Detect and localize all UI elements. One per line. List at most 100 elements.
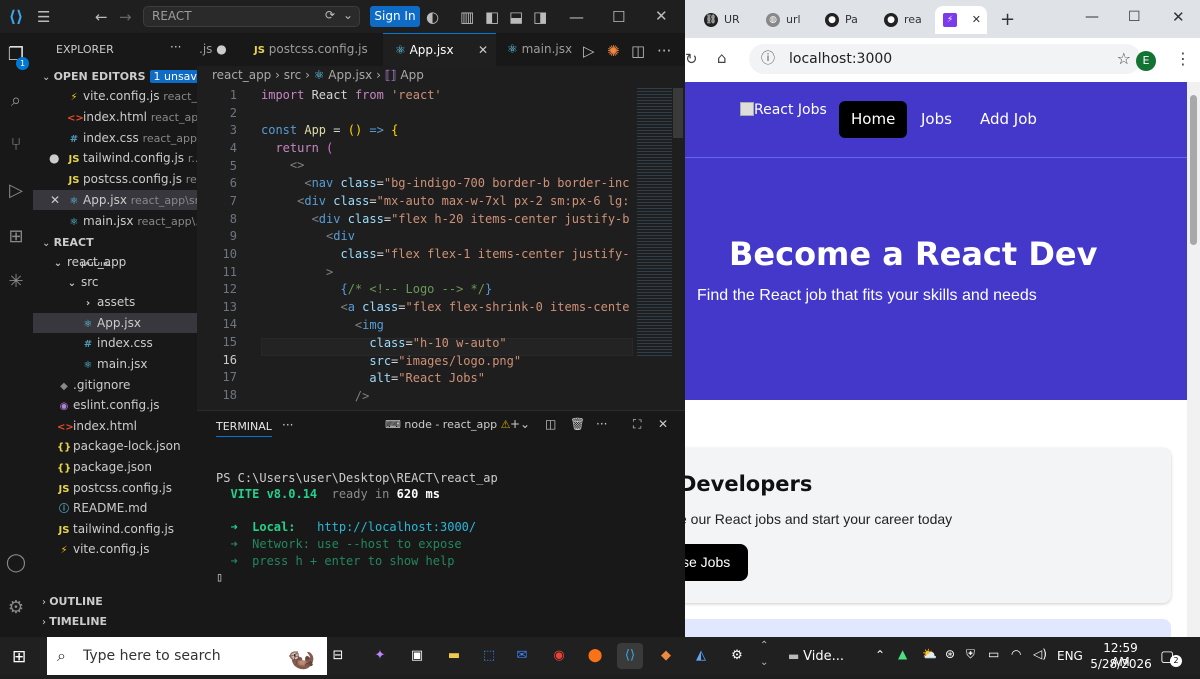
chrome-tab[interactable]: ● rea xyxy=(880,6,932,34)
split-editor-icon[interactable]: ◫ xyxy=(631,42,645,60)
layout-customize-icon[interactable]: ▥ xyxy=(460,8,474,26)
run-debug-icon[interactable]: ▷ xyxy=(4,179,28,203)
toggle-secondary-sidebar-icon[interactable]: ◨ xyxy=(533,8,547,26)
tray-app-icon[interactable]: ⊛ xyxy=(945,647,955,661)
close-icon[interactable]: ✕ xyxy=(1172,8,1185,26)
settings-gear-icon[interactable]: ⚙ xyxy=(4,596,28,620)
more-actions-icon[interactable]: ··· xyxy=(170,40,181,54)
tree-item[interactable]: ⌄ src xyxy=(33,272,197,292)
git-icon[interactable]: ◆ xyxy=(653,643,679,669)
language-indicator[interactable]: ENG xyxy=(1057,649,1083,663)
tree-item[interactable]: › assets xyxy=(33,292,197,312)
breadcrumb-item[interactable]: App.jsx xyxy=(328,68,372,82)
app-icon[interactable]: ◭ xyxy=(688,643,714,669)
search-icon[interactable]: ⌕ xyxy=(4,89,28,113)
sign-in-button[interactable]: Sign In xyxy=(370,6,420,27)
copilot-chat-icon[interactable]: ✳ xyxy=(4,270,28,294)
live-preview-icon[interactable]: ✺ xyxy=(607,42,620,60)
terminal-tab[interactable]: TERMINAL xyxy=(216,420,272,437)
chevron-up-icon[interactable]: ⌃ xyxy=(760,640,768,651)
close-icon[interactable]: ✕ xyxy=(655,7,668,25)
local-url[interactable]: http://localhost:3000/ xyxy=(317,520,476,534)
open-editor-item[interactable]: # index.css react_app... xyxy=(33,128,197,148)
security-shield-icon[interactable]: ⛨ xyxy=(966,647,975,662)
more-actions-icon[interactable]: ··· xyxy=(657,42,671,60)
accounts-icon[interactable]: ◐ xyxy=(426,8,439,26)
file-explorer-icon[interactable]: ▬ xyxy=(441,643,467,669)
page-scrollbar[interactable] xyxy=(1187,82,1200,637)
reload-icon[interactable]: ↻ xyxy=(685,50,698,68)
bookmark-star-icon[interactable]: ☆ xyxy=(1117,44,1131,74)
minimize-icon[interactable]: — xyxy=(1085,9,1099,25)
menu-icon[interactable]: ☰ xyxy=(37,8,50,26)
open-editor-item[interactable]: ⚡ vite.config.js react_... xyxy=(33,86,197,106)
tree-item[interactable]: ⓘ README.md xyxy=(33,498,197,518)
editor-scrollbar[interactable] xyxy=(673,88,683,138)
battery-icon[interactable]: ▭ xyxy=(988,647,999,661)
nav-add-job-link[interactable]: Add Job xyxy=(968,101,1049,138)
extensions-icon[interactable]: ⊞ xyxy=(4,225,28,249)
code-editor[interactable]: import React from 'react' const App = ()… xyxy=(197,86,685,443)
taskbar-search[interactable]: ⌕ Type here to search 🦦 xyxy=(47,637,327,675)
windows-start-icon[interactable]: ⊞ xyxy=(12,647,26,667)
tree-item[interactable]: <>index.html xyxy=(33,416,197,436)
tree-item[interactable]: JS postcss.config.js xyxy=(33,478,197,498)
project-header[interactable]: ⌄ REACT xyxy=(33,232,197,252)
command-center-search[interactable]: REACT ⟳ ⌄ xyxy=(143,6,360,27)
open-editor-item[interactable]: JSpostcss.config.js re... xyxy=(33,169,197,189)
back-arrow-icon[interactable]: ← xyxy=(95,8,108,26)
site-info-icon[interactable]: ⓘ xyxy=(761,44,775,74)
tree-item[interactable]: {} package.json xyxy=(33,457,197,477)
outlook-icon[interactable]: ✉ xyxy=(509,643,535,669)
volume-icon[interactable]: ◁) xyxy=(1033,647,1047,661)
store-app-icon[interactable]: ▣ xyxy=(404,643,430,669)
profile-avatar[interactable]: E xyxy=(1136,51,1156,71)
tree-item[interactable]: JS tailwind.config.js xyxy=(33,519,197,539)
chrome-menu-icon[interactable]: ⋮ xyxy=(1175,49,1191,68)
chevron-down-icon[interactable]: ⌄ xyxy=(760,657,768,668)
close-tab-icon[interactable]: ✕ xyxy=(972,6,981,34)
nav-home-link[interactable]: Home xyxy=(839,101,908,138)
tab-postcss-config[interactable]: JS postcss.config.js xyxy=(246,33,382,66)
chrome-tab[interactable]: ⛓ UR xyxy=(700,6,752,34)
trash-icon[interactable]: 🗑 xyxy=(570,417,585,431)
more-actions-icon[interactable]: ··· xyxy=(282,418,293,432)
terminal-output[interactable]: PS C:\Users\user\Desktop\REACT\react_ap … xyxy=(216,453,498,586)
terminal-instance[interactable]: ⌨ node - react_app ⚠ xyxy=(385,418,511,431)
open-editors-header[interactable]: ⌄ OPEN EDITORS1 unsaved xyxy=(33,66,197,86)
open-editor-item[interactable]: ● JStailwind.config.js r... xyxy=(33,148,197,168)
new-tab-icon[interactable]: + xyxy=(1000,9,1015,30)
open-editor-item[interactable]: ✕ ⚛ App.jsx react_app\src xyxy=(33,190,197,210)
toggle-sidebar-icon[interactable]: ◧ xyxy=(485,8,499,26)
maximize-panel-icon[interactable]: ⛶ xyxy=(633,417,641,432)
toggle-panel-icon[interactable]: ⬓ xyxy=(509,8,523,26)
scrollbar-thumb[interactable] xyxy=(1190,95,1197,245)
home-icon[interactable]: ⌂ xyxy=(717,49,727,67)
breadcrumb-item[interactable]: App xyxy=(400,68,423,82)
close-panel-icon[interactable]: ✕ xyxy=(658,417,668,431)
chrome-tab[interactable]: ● Pa xyxy=(821,6,873,34)
tray-overflow-icon[interactable]: ⌃ xyxy=(875,648,885,662)
clock-date[interactable]: 5/28/2026 xyxy=(1086,657,1156,671)
close-editor-icon[interactable]: ✕ xyxy=(50,190,60,210)
tab-js[interactable]: .js ● xyxy=(197,33,245,66)
chrome-icon[interactable]: ◉ xyxy=(546,643,572,669)
tree-item[interactable]: ⚛ App.jsx xyxy=(33,312,197,333)
chevron-down-icon[interactable]: ⌄ xyxy=(343,8,353,22)
tree-item[interactable]: {} package-lock.json xyxy=(33,436,197,456)
open-editor-item[interactable]: <>index.html react_app xyxy=(33,107,197,127)
copilot-icon[interactable]: ⟳ xyxy=(325,8,335,22)
account-icon[interactable]: ◯ xyxy=(4,551,28,575)
tab-main-jsx[interactable]: ⚛ main.jsx xyxy=(497,33,577,66)
vscode-taskbar-icon[interactable]: ⟨⟩ xyxy=(617,643,643,669)
address-bar[interactable]: ⓘ localhost:3000 ☆ xyxy=(749,44,1141,74)
tree-item[interactable]: public xyxy=(33,262,197,272)
tree-item[interactable]: ◆ .gitignore xyxy=(33,375,197,395)
maximize-icon[interactable]: ☐ xyxy=(1128,9,1141,25)
breadcrumb-item[interactable]: src xyxy=(284,68,302,82)
browse-jobs-button[interactable]: se Jobs xyxy=(685,544,748,581)
run-icon[interactable]: ▷ xyxy=(583,42,595,60)
microsoft-store-icon[interactable]: ⬚ xyxy=(476,643,502,669)
postman-icon[interactable]: ⬤ xyxy=(582,643,608,669)
task-view-icon[interactable]: ⊟ xyxy=(325,643,351,669)
